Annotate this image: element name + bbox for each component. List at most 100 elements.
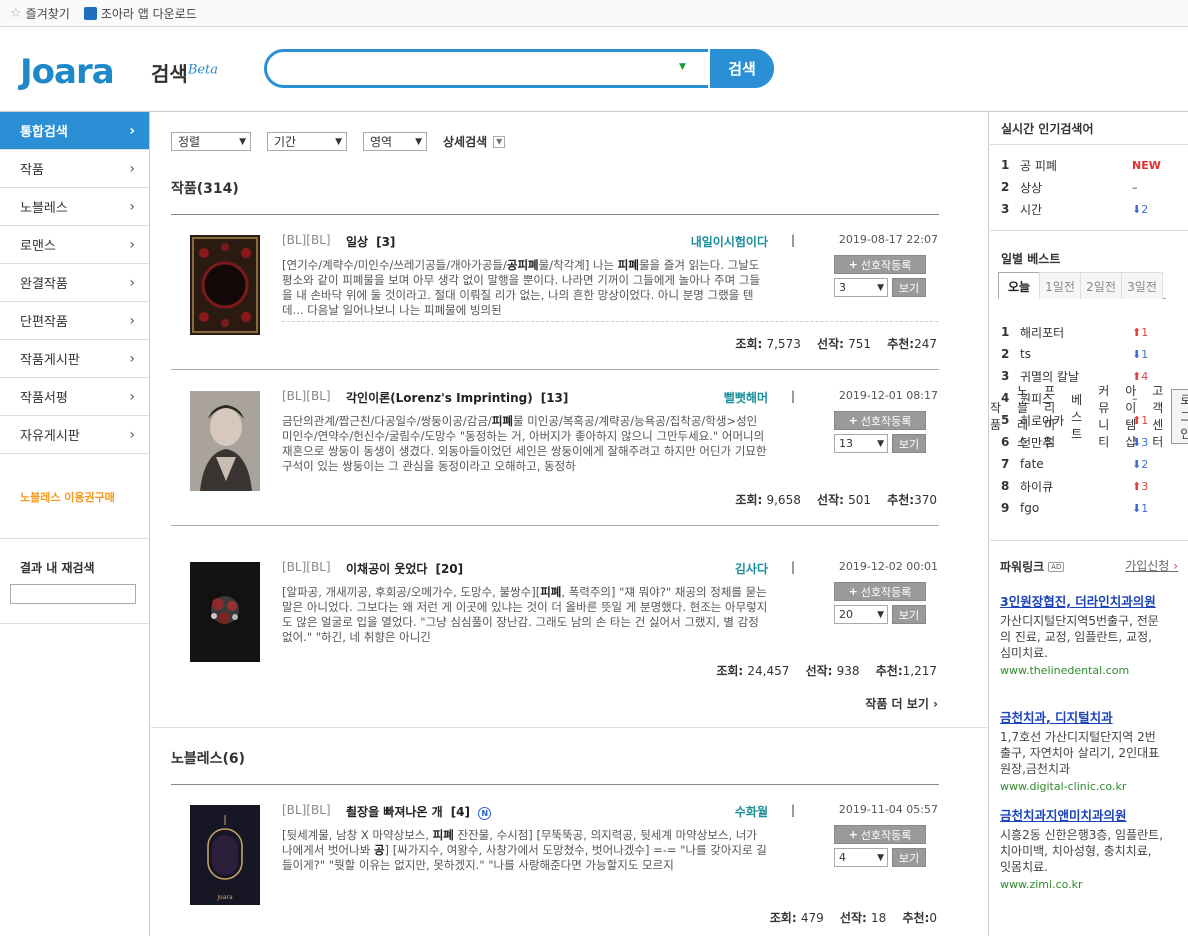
daily-keyword[interactable]: 1 해리포터 ⬆1: [1001, 321, 1166, 343]
plus-icon: +: [848, 414, 858, 427]
daily-keyword[interactable]: 6 던만추 ⬇3: [1001, 431, 1166, 453]
book-cover-image[interactable]: [190, 391, 260, 491]
sidebar-item-completed[interactable]: 완결작품 ›: [0, 264, 149, 302]
ad-badge: AD: [1048, 561, 1065, 572]
realtime-keyword[interactable]: 1공 피폐 NEW: [1001, 154, 1166, 176]
work-meta: [BL][BL] 각인이론(Lorenz's Imprinting) [13] 뻘…: [282, 389, 938, 406]
author-link[interactable]: 김사다: [735, 560, 768, 577]
star-icon: ☆: [10, 6, 22, 21]
view-button[interactable]: 보기: [892, 278, 926, 297]
work-date: 2019-12-01 08:17: [838, 389, 938, 402]
ad-link[interactable]: 금천치과, 디지털치과: [1000, 710, 1165, 726]
ad-url[interactable]: www.zimi.co.kr: [1000, 878, 1165, 891]
daily-keyword[interactable]: 8 하이큐 ⬆3: [1001, 475, 1166, 497]
plus-icon: +: [848, 828, 858, 841]
ad-url[interactable]: www.thelinedental.com: [1000, 664, 1165, 677]
noblesse-promo-link[interactable]: 노블레스 이용권구매: [0, 454, 149, 539]
work-description[interactable]: 금단의관계/짭근친/다공일수/쌍둥이공/감금/피폐물 미인공/복흑공/계략공/능…: [282, 414, 770, 474]
dropdown-arrow-icon[interactable]: ▼: [679, 62, 686, 72]
sidebar-item-noblesse[interactable]: 노블레스 ›: [0, 188, 149, 226]
book-cover-image[interactable]: Joara: [190, 805, 260, 905]
ad-body: 가산디지털단지역5번출구, 전문의 진료, 교정, 임플란트, 교정, 심미치료…: [1000, 614, 1159, 660]
daily-keyword[interactable]: 7 fate ⬇2: [1001, 453, 1166, 475]
view-button[interactable]: 보기: [892, 434, 926, 453]
right-panel: 실시간 인기검색어 1공 피폐 NEW 2 상상 – 3 시간 ⬇2 일별 베스트 오늘 …: [990, 112, 1188, 936]
sidebar-item-romance[interactable]: 로맨스 ›: [0, 226, 149, 264]
chevron-right-icon: ›: [129, 426, 135, 443]
work-description[interactable]: [뒷세계물, 남창 X 마약상보스, 피폐 잔잔물, 수시점] [무뚝뚝공, 의…: [282, 828, 770, 873]
work-title-link[interactable]: 각인이론(Lorenz's Imprinting) [13]: [346, 389, 568, 406]
work-title-link[interactable]: 일상 [3]: [346, 233, 395, 250]
episode-select[interactable]: 20 ▼: [834, 605, 888, 624]
arrow-down-icon: ⬇: [1132, 501, 1142, 515]
book-cover-image[interactable]: [190, 562, 260, 662]
episode-select[interactable]: 13 ▼: [834, 434, 888, 453]
add-favorite-button[interactable]: + 선호작등록: [834, 255, 926, 274]
add-favorite-button[interactable]: + 선호작등록: [834, 825, 926, 844]
daily-keyword[interactable]: 9 fgo ⬇1: [1001, 497, 1166, 519]
tab-today[interactable]: 오늘: [998, 272, 1040, 299]
more-works-link[interactable]: 작품 더 보기 ›: [865, 695, 938, 712]
view-button[interactable]: 보기: [892, 848, 926, 867]
work-title-link[interactable]: 쵤장을 빠져나온 개 [4] N: [346, 803, 492, 820]
realtime-keyword[interactable]: 3 시간 ⬇2: [1001, 198, 1166, 220]
arrow-down-icon: ⬇: [1132, 347, 1142, 361]
add-favorite-button[interactable]: + 선호작등록: [834, 582, 926, 601]
work-item: [BL][BL] 일상 [3] 내일이시험이다 | 2019-08-17 22:0…: [171, 233, 939, 370]
chevron-right-icon: ›: [129, 388, 135, 405]
research-input[interactable]: [10, 584, 136, 604]
favorites-link[interactable]: ☆ 즐겨찾기: [10, 5, 70, 22]
realtime-keyword[interactable]: 2 상상 –: [1001, 176, 1166, 198]
powerlink-join-link[interactable]: 가입신청 ›: [1125, 557, 1178, 574]
ad-url[interactable]: www.digital-clinic.co.kr: [1000, 780, 1165, 793]
sidebar-item-short[interactable]: 단편작품 ›: [0, 302, 149, 340]
ad-link[interactable]: 금천치과지앤미치과의원: [1000, 808, 1165, 824]
app-download-link[interactable]: 조아라 앱 다운로드: [83, 5, 197, 22]
tab-1-day-ago[interactable]: 1일전: [1039, 272, 1081, 299]
episode-select[interactable]: 3 ▼: [834, 278, 888, 297]
daily-keyword[interactable]: 3 귀멸의 칼날 ⬆4: [1001, 365, 1166, 387]
search-input[interactable]: [281, 58, 681, 80]
new-badge: NEW: [1132, 158, 1161, 172]
chevron-right-icon: ›: [129, 198, 135, 215]
tab-2-days-ago[interactable]: 2일전: [1080, 272, 1122, 299]
dropdown-arrow-icon: ▼: [877, 609, 884, 620]
add-favorite-button[interactable]: + 선호작등록: [834, 411, 926, 430]
book-cover-image[interactable]: [190, 235, 260, 335]
dropdown-arrow-icon: ▼: [877, 852, 884, 863]
plus-icon: +: [848, 585, 858, 598]
sidebar-item-integrated-search[interactable]: 통합검색 ›: [0, 112, 149, 150]
filter-bar: 정렬 ▼ 기간 ▼ 영역 ▼ 상세검색 ▼: [171, 132, 506, 151]
sidebar-item-work-board[interactable]: 작품게시판 ›: [0, 340, 149, 378]
daily-keyword[interactable]: 2 ts ⬇1: [1001, 343, 1166, 365]
sidebar-item-free-board[interactable]: 자유게시판 ›: [0, 416, 149, 454]
author-link[interactable]: 수화월: [735, 803, 768, 820]
author-link[interactable]: 뻘뻣해머: [724, 389, 768, 406]
search-button[interactable]: 검색: [708, 49, 774, 88]
ad-body: 시흥2동 신한은행3층, 임플란트, 치아미백, 치아성형, 충치치료, 잇몸치…: [1000, 828, 1164, 874]
daily-keyword[interactable]: 5 히로아카 ⬆1: [1001, 409, 1166, 431]
sidebar-item-works[interactable]: 작품 ›: [0, 150, 149, 188]
detail-search-toggle[interactable]: 상세검색 ▼: [443, 133, 506, 150]
episode-select[interactable]: 4 ▼: [834, 848, 888, 867]
dropdown-arrow-icon: ▼: [877, 438, 884, 449]
daily-keyword[interactable]: 4 원피스 –: [1001, 387, 1166, 409]
view-button[interactable]: 보기: [892, 605, 926, 624]
area-select[interactable]: 영역 ▼: [363, 132, 427, 151]
dropdown-arrow-icon: ▼: [239, 136, 246, 147]
ad-link[interactable]: 3인원장협진, 더라인치과의원: [1000, 594, 1165, 610]
sort-select[interactable]: 정렬 ▼: [171, 132, 251, 151]
period-select[interactable]: 기간 ▼: [267, 132, 347, 151]
joara-logo[interactable]: Joara: [20, 52, 115, 92]
work-description[interactable]: [연기수/계략수/미인수/쓰레기공들/개아가공들/공피폐물/착각계] 나는 피폐…: [282, 258, 770, 318]
chevron-down-icon: ▼: [493, 135, 506, 148]
genre-tags: [BL][BL]: [282, 803, 331, 817]
work-date: 2019-08-17 22:07: [838, 233, 938, 246]
author-link[interactable]: 내일이시험이다: [691, 233, 768, 250]
daily-tabs: 오늘 1일전 2일전 3일전: [998, 272, 1166, 299]
sidebar-item-reviews[interactable]: 작품서평 ›: [0, 378, 149, 416]
work-title-link[interactable]: 이채공이 웃었다 [20]: [346, 560, 463, 577]
tab-3-days-ago[interactable]: 3일전: [1121, 272, 1163, 299]
work-description[interactable]: [알파공, 개새끼공, 후회공/오메가수, 도망수, 불쌍수][피폐, 폭력주의…: [282, 585, 770, 645]
arrow-up-icon: ⬆: [1132, 413, 1142, 427]
